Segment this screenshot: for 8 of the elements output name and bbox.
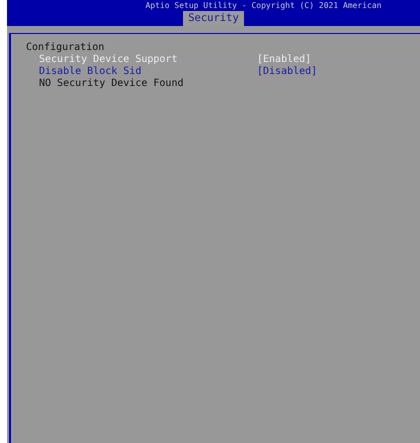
- setting-value[interactable]: [Enabled]: [257, 54, 312, 66]
- info-text: NO Security Device Found: [39, 78, 184, 90]
- setting-value[interactable]: [Disabled]: [257, 66, 318, 78]
- setting-label[interactable]: Security Device Support: [39, 54, 257, 66]
- section-title: Configuration: [26, 42, 106, 54]
- setting-label[interactable]: Disable Block Sid: [39, 66, 257, 78]
- menu-tab[interactable]: Security: [183, 11, 244, 26]
- window-title: Aptio Setup Utility - Copyright (C) 2021 American: [144, 1, 382, 10]
